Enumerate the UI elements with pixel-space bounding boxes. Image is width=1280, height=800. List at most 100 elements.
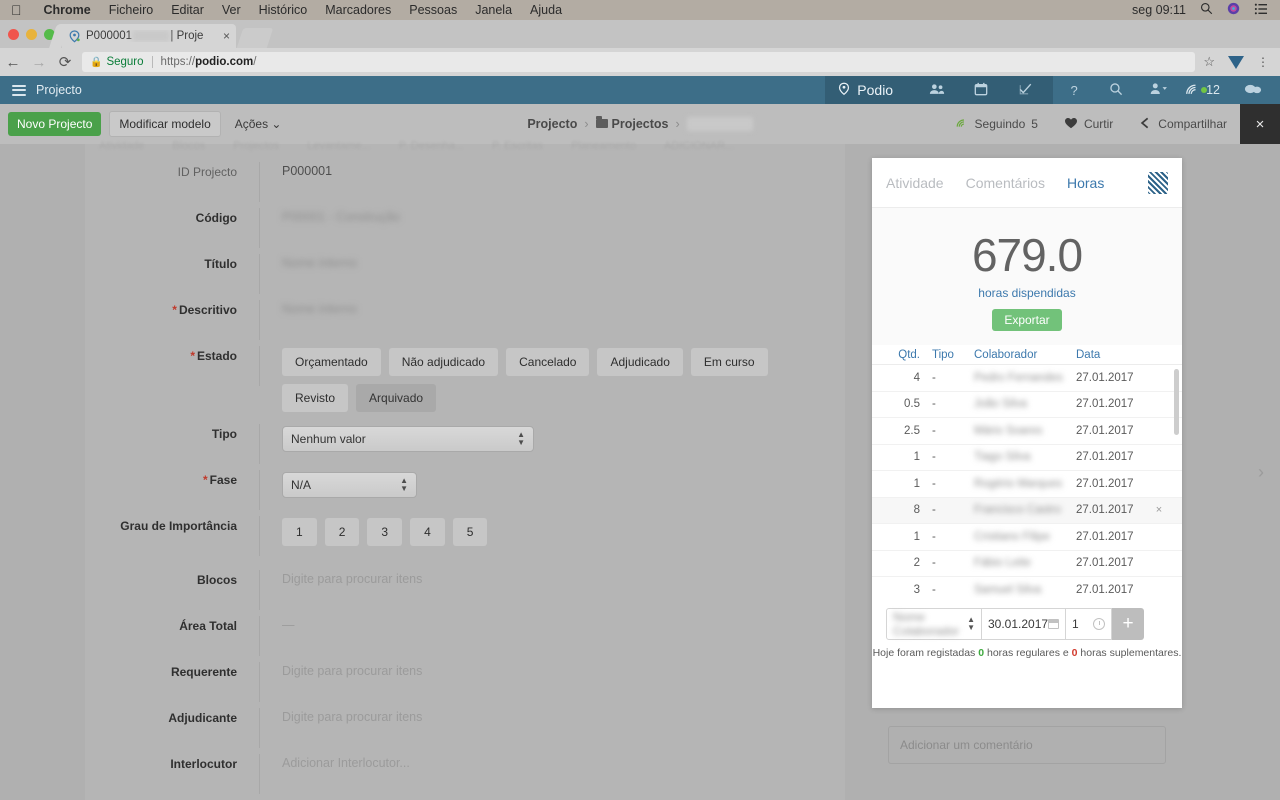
bg-tab-6[interactable]: Planeamento	[557, 140, 650, 152]
clock-icon[interactable]	[1093, 618, 1105, 630]
requerente-input[interactable]: Digite para procurar itens	[260, 662, 845, 678]
help-icon[interactable]: ?	[1053, 83, 1095, 98]
menu-item-historico[interactable]: Histórico	[250, 3, 317, 17]
bg-tab-4[interactable]: P. Desenha...	[385, 140, 478, 152]
date-input[interactable]: 30.01.2017	[982, 608, 1066, 640]
forward-button[interactable]: →	[26, 54, 52, 71]
workspace-name[interactable]: Projecto	[36, 83, 82, 97]
share-button[interactable]: Compartilhar	[1126, 117, 1240, 132]
bg-tab-0[interactable]: Atividade	[85, 140, 158, 152]
interlocutor-input[interactable]: Adicionar Interlocutor...	[260, 754, 845, 770]
breadcrumb-root[interactable]: Projecto	[527, 117, 577, 131]
export-button[interactable]: Exportar	[992, 309, 1062, 331]
table-row[interactable]: 8 - Francisco Castro 27.01.2017 ×	[872, 497, 1182, 524]
hours-table-body[interactable]: 4 - Pedro Fernandes 27.01.2017 0.5 - Joã…	[872, 365, 1182, 598]
state-option-arquivado[interactable]: Arquivado	[356, 384, 437, 412]
next-item-chevron-icon[interactable]: ›	[1258, 462, 1264, 483]
blocos-input[interactable]: Digite para procurar itens	[260, 570, 845, 586]
calendar-icon[interactable]	[959, 82, 1003, 99]
menu-item-marcadores[interactable]: Marcadores	[316, 3, 400, 17]
new-tab-button[interactable]	[236, 28, 274, 48]
close-window-button[interactable]	[8, 29, 19, 40]
bg-tab-5[interactable]: P. Escritas	[478, 140, 557, 152]
user-dropdown-icon[interactable]	[1137, 82, 1179, 98]
bg-tab-3[interactable]: Levantame...	[293, 140, 385, 152]
menu-item-ajuda[interactable]: Ajuda	[521, 3, 571, 17]
importance-option-4[interactable]: 4	[410, 518, 445, 546]
bg-tab-1[interactable]: Blocos	[158, 140, 219, 152]
search-icon[interactable]	[1200, 2, 1213, 18]
table-row[interactable]: 1 - Rogério Marques 27.01.2017	[872, 471, 1182, 498]
field-value-titulo[interactable]: Nome interno	[260, 254, 845, 270]
table-row[interactable]: 3 - Samuel Silva 27.01.2017	[872, 577, 1182, 598]
table-scrollbar[interactable]	[1174, 369, 1179, 435]
comment-input[interactable]: Adicionar um comentário	[888, 726, 1166, 764]
state-option-nao-adjudicado[interactable]: Não adjudicado	[388, 348, 499, 376]
menu-item-chrome[interactable]: Chrome	[35, 3, 100, 17]
podio-logo[interactable]: Podio	[837, 82, 915, 99]
tab-comentarios[interactable]: Comentários	[966, 175, 1045, 191]
kebab-menu-icon[interactable]: ⋮	[1257, 56, 1269, 68]
global-search-icon[interactable]	[1095, 82, 1137, 99]
bg-tab-2[interactable]: Projectos	[219, 140, 293, 152]
people-icon[interactable]	[915, 83, 959, 98]
table-row[interactable]: 4 - Pedro Fernandes 27.01.2017	[872, 365, 1182, 392]
collaborator-select[interactable]: Nome Colaborador ▲ ▼	[886, 608, 982, 640]
column-header-data[interactable]: Data	[1076, 349, 1150, 361]
state-option-orcamentado[interactable]: Orçamentado	[282, 348, 381, 376]
funnel-extension-icon[interactable]	[1228, 55, 1244, 69]
menu-item-ver[interactable]: Ver	[213, 3, 250, 17]
like-button[interactable]: Curtir	[1051, 117, 1126, 132]
bg-tab-7[interactable]: ADICIONAR...	[650, 140, 748, 152]
state-option-cancelado[interactable]: Cancelado	[506, 348, 590, 376]
breadcrumb-folder[interactable]: Projectos	[595, 116, 668, 131]
delete-row-button[interactable]: ×	[1150, 504, 1168, 516]
column-header-colaborador[interactable]: Colaborador	[962, 349, 1076, 361]
table-row[interactable]: 0.5 - João Silva 27.01.2017	[872, 392, 1182, 418]
menu-item-pessoas[interactable]: Pessoas	[400, 3, 466, 17]
calendar-icon[interactable]	[1048, 619, 1059, 629]
apple-icon[interactable]: 	[0, 3, 35, 17]
importance-option-2[interactable]: 2	[324, 518, 360, 546]
browser-tab-active[interactable]: P000001 | Proje ×	[62, 24, 236, 48]
close-tab-button[interactable]: ×	[219, 29, 230, 43]
hamburger-icon[interactable]	[12, 82, 26, 98]
star-icon[interactable]: ☆	[1203, 54, 1215, 70]
chat-bubble-icon[interactable]	[1232, 83, 1274, 98]
state-option-adjudicado[interactable]: Adjudicado	[597, 348, 683, 376]
activity-feed-button[interactable]: 12	[1179, 82, 1232, 99]
column-header-qtd[interactable]: Qtd.	[886, 349, 920, 361]
address-bar[interactable]: 🔒 Seguro https:// podio.com /	[82, 52, 1196, 72]
table-row[interactable]: 2 - Fábio Leite 27.01.2017	[872, 551, 1182, 577]
menu-item-ficheiro[interactable]: Ficheiro	[100, 3, 162, 17]
state-option-em-curso[interactable]: Em curso	[690, 348, 768, 376]
tab-horas[interactable]: Horas	[1067, 175, 1104, 191]
fase-select[interactable]: N/A ▲ ▼	[282, 472, 417, 498]
tipo-select[interactable]: Nenhum valor ▲ ▼	[282, 426, 534, 452]
field-value-codigo[interactable]: P00001 - Construção	[260, 208, 845, 224]
quantity-input[interactable]: 1	[1066, 608, 1112, 640]
following-button[interactable]: Seguindo 5	[943, 117, 1051, 132]
tasks-icon[interactable]	[1003, 82, 1047, 99]
menu-item-janela[interactable]: Janela	[466, 3, 521, 17]
menu-item-editar[interactable]: Editar	[162, 3, 213, 17]
table-row[interactable]: 2.5 - Mário Soares 27.01.2017	[872, 418, 1182, 445]
reload-button[interactable]: ⟳	[52, 53, 78, 71]
field-value-descritivo[interactable]: Nome interno	[260, 300, 845, 316]
table-row[interactable]: 1 - Cristiano Filipe 27.01.2017	[872, 524, 1182, 551]
back-button[interactable]: ←	[0, 54, 26, 71]
add-hours-button[interactable]: +	[1112, 608, 1144, 640]
importance-option-3[interactable]: 3	[367, 518, 403, 546]
importance-option-5[interactable]: 5	[452, 518, 488, 546]
adjudicante-input[interactable]: Digite para procurar itens	[260, 708, 845, 724]
tab-atividade[interactable]: Atividade	[886, 175, 944, 191]
table-row[interactable]: 1 - Tiago Silva 27.01.2017	[872, 445, 1182, 471]
striped-square-icon[interactable]	[1148, 171, 1168, 194]
control-center-icon[interactable]	[1254, 3, 1268, 18]
close-item-button[interactable]: ×	[1240, 104, 1280, 144]
minimize-window-button[interactable]	[26, 29, 37, 40]
state-option-revisto[interactable]: Revisto	[282, 384, 349, 412]
importance-option-1[interactable]: 1	[282, 518, 317, 546]
column-header-tipo[interactable]: Tipo	[920, 349, 962, 361]
siri-icon[interactable]	[1227, 2, 1240, 18]
